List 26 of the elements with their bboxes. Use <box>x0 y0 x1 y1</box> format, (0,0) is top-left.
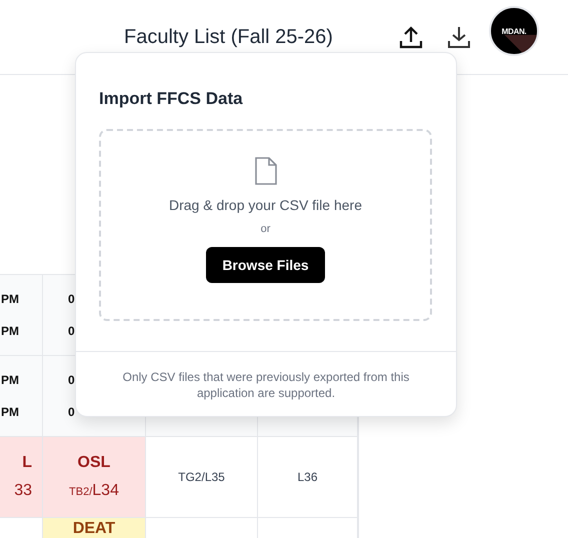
time-text: PM <box>1 291 20 308</box>
course-title: L <box>22 454 33 472</box>
upload-icon[interactable] <box>399 25 423 49</box>
download-icon[interactable] <box>447 25 471 49</box>
drop-zone[interactable]: Drag & drop your CSV file here or Browse Files <box>99 129 432 321</box>
room-text: TG2/L35 <box>178 470 225 484</box>
room-text: L36 <box>297 470 318 484</box>
time-text: PM <box>1 372 20 389</box>
or-text: or <box>260 223 270 235</box>
course-title: DEAT <box>72 520 116 538</box>
room-code: TB2/L34 <box>69 482 119 500</box>
file-icon <box>254 157 278 185</box>
time-text: 0 <box>67 372 75 389</box>
room-code: 33 <box>14 482 33 500</box>
course-title: OSL <box>78 454 110 472</box>
profile-avatar[interactable]: MDAN. <box>489 6 539 56</box>
drop-text: Drag & drop your CSV file here <box>169 197 362 213</box>
dialog-note: Only CSV files that were previously exported from this application are supported. <box>122 369 410 401</box>
page-title: Faculty List (Fall 25-26) <box>124 26 334 48</box>
browse-files-button[interactable]: Browse Files <box>206 247 325 283</box>
time-text: 0 <box>67 404 75 421</box>
time-text: PM <box>1 323 20 340</box>
time-text: PM <box>1 404 20 421</box>
time-text: 0 <box>67 291 75 308</box>
time-text: 0 <box>67 323 75 340</box>
dialog-title: Import FFCS Data <box>99 89 244 109</box>
